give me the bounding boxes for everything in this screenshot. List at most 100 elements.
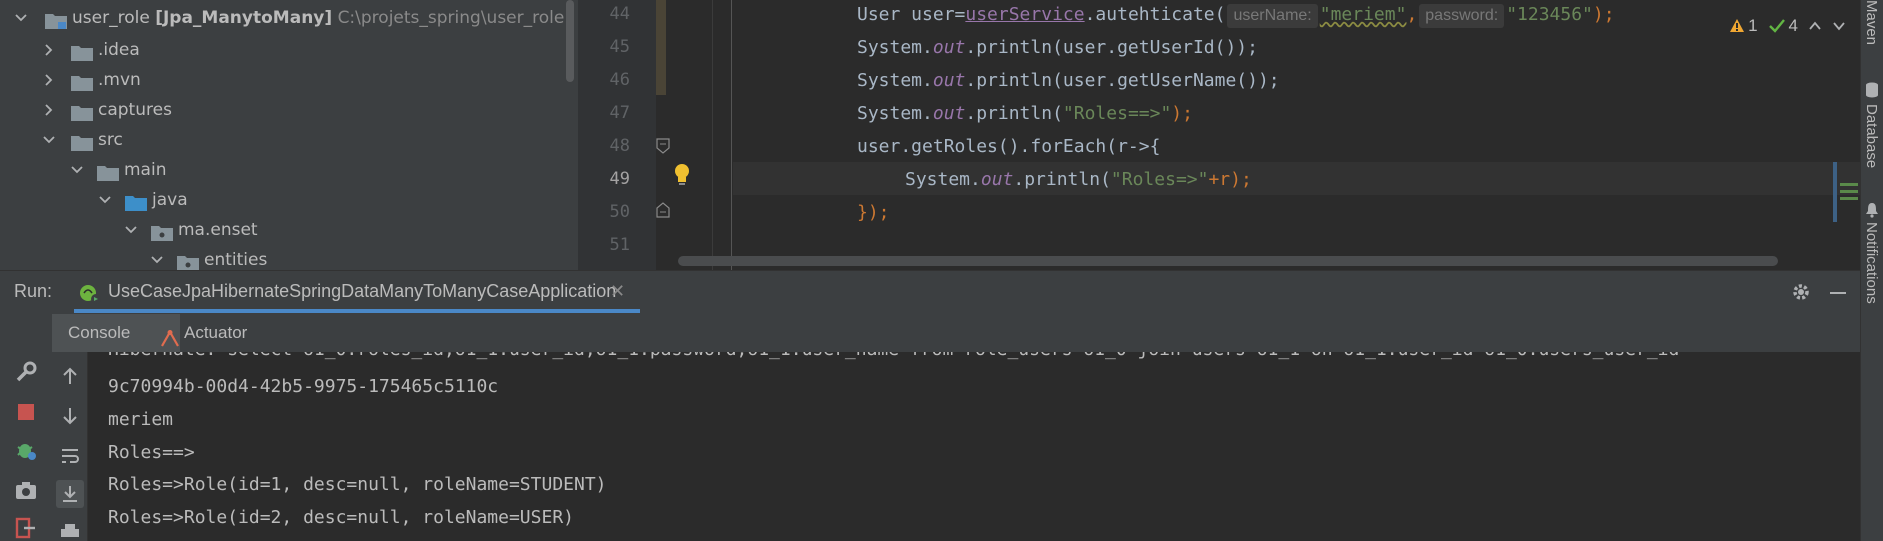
code-field: out [932, 103, 966, 124]
code-text: ); [1592, 4, 1615, 25]
tree-item-mvn[interactable]: .mvn [0, 65, 560, 95]
tree-item-label: entities [204, 250, 268, 270]
code-field: userService [965, 4, 1085, 25]
run-config-tab[interactable]: UseCaseJpaHibernateSpringDataManyToManyC… [74, 271, 640, 315]
tree-item-idea[interactable]: .idea [0, 35, 560, 65]
debug-bug-icon[interactable] [12, 436, 40, 464]
module-folder-icon [44, 10, 68, 29]
run-label: Run: [14, 281, 53, 301]
code-text: , [1406, 4, 1418, 25]
editor-horizontal-scrollbar[interactable] [678, 256, 1778, 266]
folder-icon [70, 42, 94, 61]
line-number: 48 [609, 136, 630, 156]
database-icon [1865, 82, 1879, 102]
chevron-right-icon[interactable] [42, 95, 56, 125]
console-line: Roles=>Role(id=1, desc=null, roleName=ST… [108, 474, 607, 495]
bell-icon [1865, 202, 1879, 222]
code-text: System. [857, 103, 933, 124]
chevron-right-icon[interactable] [42, 35, 56, 65]
tree-item-label: captures [98, 100, 172, 120]
parameter-hint: password: [1419, 4, 1505, 28]
console-line: Roles==> [108, 442, 195, 463]
module-name: [Jpa_ManytoMany] [155, 8, 333, 28]
package-icon [176, 252, 200, 270]
camera-icon[interactable] [12, 476, 40, 504]
module-path: C:\projets_spring\user_role [337, 8, 565, 28]
exit-icon[interactable] [12, 514, 40, 541]
code-string: "123456" [1506, 4, 1593, 25]
code-line-47[interactable]: System.out.println("Roles==>"); [857, 97, 1193, 130]
line-number: 51 [609, 235, 630, 255]
inspection-widget[interactable]: 1 4 [1729, 8, 1846, 44]
close-icon[interactable]: ✕ [610, 281, 625, 302]
line-number-current: 49 [609, 169, 630, 189]
line-number-gutter: 44 45 46 47 48 49 50 51 [578, 0, 656, 270]
tree-item-src[interactable]: src [0, 125, 560, 155]
checkmark-icon [1768, 19, 1785, 33]
console-output[interactable]: Hibernate: select o1_0.roles_id,o1_1.use… [88, 352, 1860, 541]
chevron-right-icon[interactable] [42, 65, 56, 95]
soft-wrap-icon[interactable] [56, 442, 84, 470]
code-text: .autehticate( [1084, 4, 1226, 25]
active-tab-underline [74, 309, 640, 313]
code-editor[interactable]: 44 45 46 47 48 49 50 51 User user=userSe… [578, 0, 1860, 270]
tree-item-ma-enset[interactable]: ma.enset [0, 215, 560, 245]
code-string: "Roles==>" [1062, 103, 1172, 124]
code-text: .println( [1013, 169, 1111, 190]
gear-icon[interactable] [1790, 281, 1812, 307]
scroll-marker [1833, 162, 1837, 222]
typo-count[interactable]: 4 [1768, 16, 1798, 36]
tree-item-label: ma.enset [178, 220, 258, 240]
chevron-down-icon[interactable] [14, 3, 28, 33]
tree-item-main[interactable]: main [0, 155, 560, 185]
tree-item-entities[interactable]: entities [0, 245, 560, 270]
chevron-up-icon[interactable] [1808, 19, 1822, 33]
tab-database[interactable]: Database [1863, 104, 1880, 168]
arrow-up-icon[interactable] [56, 362, 84, 390]
warning-count[interactable]: 1 [1729, 16, 1758, 36]
tab-notifications[interactable]: Notifications [1863, 222, 1880, 304]
tab-maven[interactable]: Maven [1863, 0, 1880, 45]
fold-marker-icon[interactable] [656, 138, 670, 158]
chevron-down-icon[interactable] [150, 245, 164, 270]
print-icon[interactable] [56, 518, 84, 541]
tree-scrollbar[interactable] [566, 0, 574, 82]
fold-gutter [656, 0, 732, 270]
chevron-down-icon[interactable] [1832, 19, 1846, 33]
code-line-44[interactable]: User user=userService.autehticate(userNa… [857, 0, 1615, 31]
project-tree: user_role [Jpa_ManytoMany] C:\projets_sp… [0, 0, 578, 270]
code-line-45[interactable]: System.out.println(user.getUserId()); [857, 31, 1258, 64]
scroll-to-end-icon[interactable] [56, 480, 84, 508]
console-tab-bar: Console Actuator [0, 314, 1860, 352]
chevron-down-icon[interactable] [70, 155, 84, 185]
current-line-highlight [733, 162, 1860, 195]
code-line-48[interactable]: user.getRoles().forEach(r->{ [857, 130, 1160, 163]
console-line: 9c70994b-00d4-42b5-9975-175465c5110c [108, 376, 499, 397]
code-field: out [980, 169, 1014, 190]
wrench-icon[interactable] [12, 358, 40, 386]
vcs-change-marker[interactable] [656, 0, 666, 95]
line-number: 44 [609, 4, 630, 24]
code-field: out [932, 37, 966, 58]
spring-boot-icon [78, 283, 102, 309]
line-number: 47 [609, 103, 630, 123]
tree-item-label: .mvn [98, 70, 141, 90]
chevron-down-icon[interactable] [124, 215, 138, 245]
fold-marker-icon[interactable] [656, 202, 670, 222]
tree-item-captures[interactable]: captures [0, 95, 560, 125]
line-number: 50 [609, 202, 630, 222]
tab-actuator[interactable]: Actuator [160, 314, 247, 352]
stop-icon[interactable] [12, 398, 40, 426]
chevron-down-icon[interactable] [98, 185, 112, 215]
folder-icon [96, 162, 120, 181]
code-line-49[interactable]: System.out.println("Roles=>"+r); [905, 163, 1252, 196]
code-line-50[interactable]: }); [857, 196, 890, 229]
arrow-down-icon[interactable] [56, 402, 84, 430]
lightbulb-icon[interactable] [672, 162, 692, 190]
minimize-icon[interactable] [1830, 292, 1846, 294]
code-line-46[interactable]: System.out.println(user.getUserName()); [857, 64, 1280, 97]
tree-item-label: .idea [98, 40, 140, 60]
tree-item-java[interactable]: java [0, 185, 560, 215]
tree-item-user-role[interactable]: user_role [Jpa_ManytoMany] C:\projets_sp… [0, 3, 564, 33]
chevron-down-icon[interactable] [42, 125, 56, 155]
